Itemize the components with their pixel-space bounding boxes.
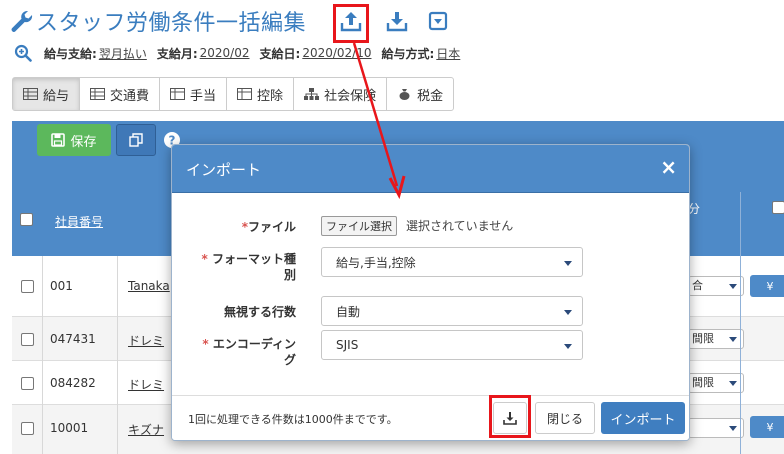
import-button[interactable]: インポート	[601, 402, 685, 434]
tab-allowance[interactable]: 手当	[160, 78, 228, 110]
copy-button[interactable]	[116, 124, 156, 156]
column-header-employee-id[interactable]: 社員番号	[55, 213, 103, 230]
wrench-icon	[11, 10, 33, 32]
pay-date-value[interactable]: 2020/02/10	[302, 46, 371, 60]
pay-method-value[interactable]: 日本	[436, 45, 460, 62]
encoding-label-line1: エンコーディン	[212, 337, 296, 351]
kubun-select[interactable]: 合	[688, 276, 744, 296]
tab-label: 社会保険	[324, 88, 377, 104]
format-label-line2: 別	[283, 268, 296, 282]
download-button[interactable]	[383, 6, 411, 36]
employee-id: 047431	[50, 332, 96, 346]
yen-button[interactable]: ¥	[750, 275, 784, 297]
employee-name[interactable]: ドレミ	[128, 332, 164, 349]
table-icon	[90, 88, 106, 100]
tab-label: 控除	[257, 88, 284, 104]
format-label: * フォーマット種別	[201, 252, 296, 282]
dialog-header: インポート ×	[172, 145, 689, 193]
tab-deduction[interactable]: 控除	[227, 78, 295, 110]
file-label-text: ファイル	[247, 220, 296, 234]
pay-type-label: 給与支給:	[44, 46, 97, 61]
employee-name[interactable]: ドレミ	[128, 376, 164, 393]
dropdown-toggle-icon	[428, 11, 448, 31]
kubun-select[interactable]: 間限	[688, 329, 744, 349]
copy-icon	[129, 133, 143, 147]
yen-button[interactable]: ¥	[750, 416, 784, 438]
download-icon	[386, 12, 408, 32]
row-checkbox[interactable]	[21, 280, 34, 293]
column-divider	[42, 256, 43, 454]
column-divider	[117, 256, 118, 454]
save-button[interactable]: 保存	[37, 124, 111, 156]
encoding-label: * エンコーディング	[202, 337, 296, 367]
category-tabs: 給与 交通費 手当 控除 社会保険 税金	[12, 77, 455, 111]
pay-info-row: 給与支給: 翌月払い 支給月: 2020/02 支給日: 2020/02/10 …	[14, 42, 460, 64]
pay-method-label: 給与方式:	[381, 46, 435, 61]
format-select[interactable]: 給与,手当,控除	[321, 247, 583, 277]
tab-label: 手当	[190, 88, 217, 104]
highlight-template-download	[489, 395, 531, 438]
encoding-label-line2: グ	[283, 353, 296, 367]
select-column-checkbox[interactable]	[772, 201, 784, 214]
money-bag-icon	[399, 89, 410, 100]
zoom-icon[interactable]	[14, 44, 32, 62]
kubun-select[interactable]: 間限	[688, 373, 744, 393]
column-divider	[740, 192, 741, 454]
title-row: スタッフ労働条件一括編集	[8, 4, 306, 38]
highlight-upload	[333, 4, 369, 43]
page-title: スタッフ労働条件一括編集	[36, 11, 307, 36]
row-checkbox[interactable]	[21, 422, 34, 435]
employee-name[interactable]: Tanaka	[128, 279, 170, 293]
file-select-button[interactable]: ファイル選択	[321, 216, 397, 236]
skip-rows-label: 無視する行数	[223, 305, 296, 319]
tab-label: 交通費	[110, 88, 150, 104]
import-dialog: インポート × *ファイル ファイル選択 選択されていません * フォーマット種…	[171, 144, 690, 441]
tab-social-insurance[interactable]: 社会保険	[294, 78, 388, 110]
select-all-checkbox[interactable]	[20, 213, 33, 226]
file-label: *ファイル	[241, 220, 296, 234]
footer-note: 1回に処理できる件数は1000件までです。	[188, 413, 398, 426]
row-checkbox[interactable]	[21, 377, 34, 390]
tab-tax[interactable]: 税金	[387, 78, 453, 110]
file-status: 選択されていません	[406, 219, 514, 233]
pay-month-value[interactable]: 2020/02	[200, 46, 250, 60]
close-button[interactable]: 閉じる	[535, 402, 595, 434]
close-icon[interactable]: ×	[660, 155, 677, 179]
pay-type-value[interactable]: 翌月払い	[99, 45, 147, 62]
kubun-select[interactable]	[688, 418, 744, 438]
table-icon	[23, 88, 38, 100]
tab-label: 給与	[43, 88, 70, 104]
pay-date-label: 支給日:	[259, 46, 301, 61]
employee-id: 001	[50, 279, 73, 293]
row-checkbox[interactable]	[21, 333, 34, 346]
encoding-select[interactable]: SJIS	[321, 330, 583, 360]
skip-rows-select[interactable]: 自動	[321, 296, 583, 326]
employee-id: 084282	[50, 376, 96, 390]
dropdown-toggle-button[interactable]	[424, 6, 452, 36]
pay-month-label: 支給月:	[156, 46, 198, 61]
sitemap-icon	[304, 88, 320, 100]
dialog-title: インポート	[186, 161, 262, 179]
tab-label: 税金	[417, 88, 444, 104]
tab-salary[interactable]: 給与	[13, 78, 81, 110]
employee-id: 10001	[50, 421, 89, 435]
table-icon	[170, 88, 186, 100]
format-label-line1: フォーマット種	[211, 252, 296, 266]
floppy-disk-icon	[51, 133, 66, 147]
save-button-label: 保存	[70, 134, 97, 150]
employee-name[interactable]: キズナ	[128, 421, 164, 438]
tab-transport[interactable]: 交通費	[80, 78, 161, 110]
table-icon	[237, 88, 253, 100]
